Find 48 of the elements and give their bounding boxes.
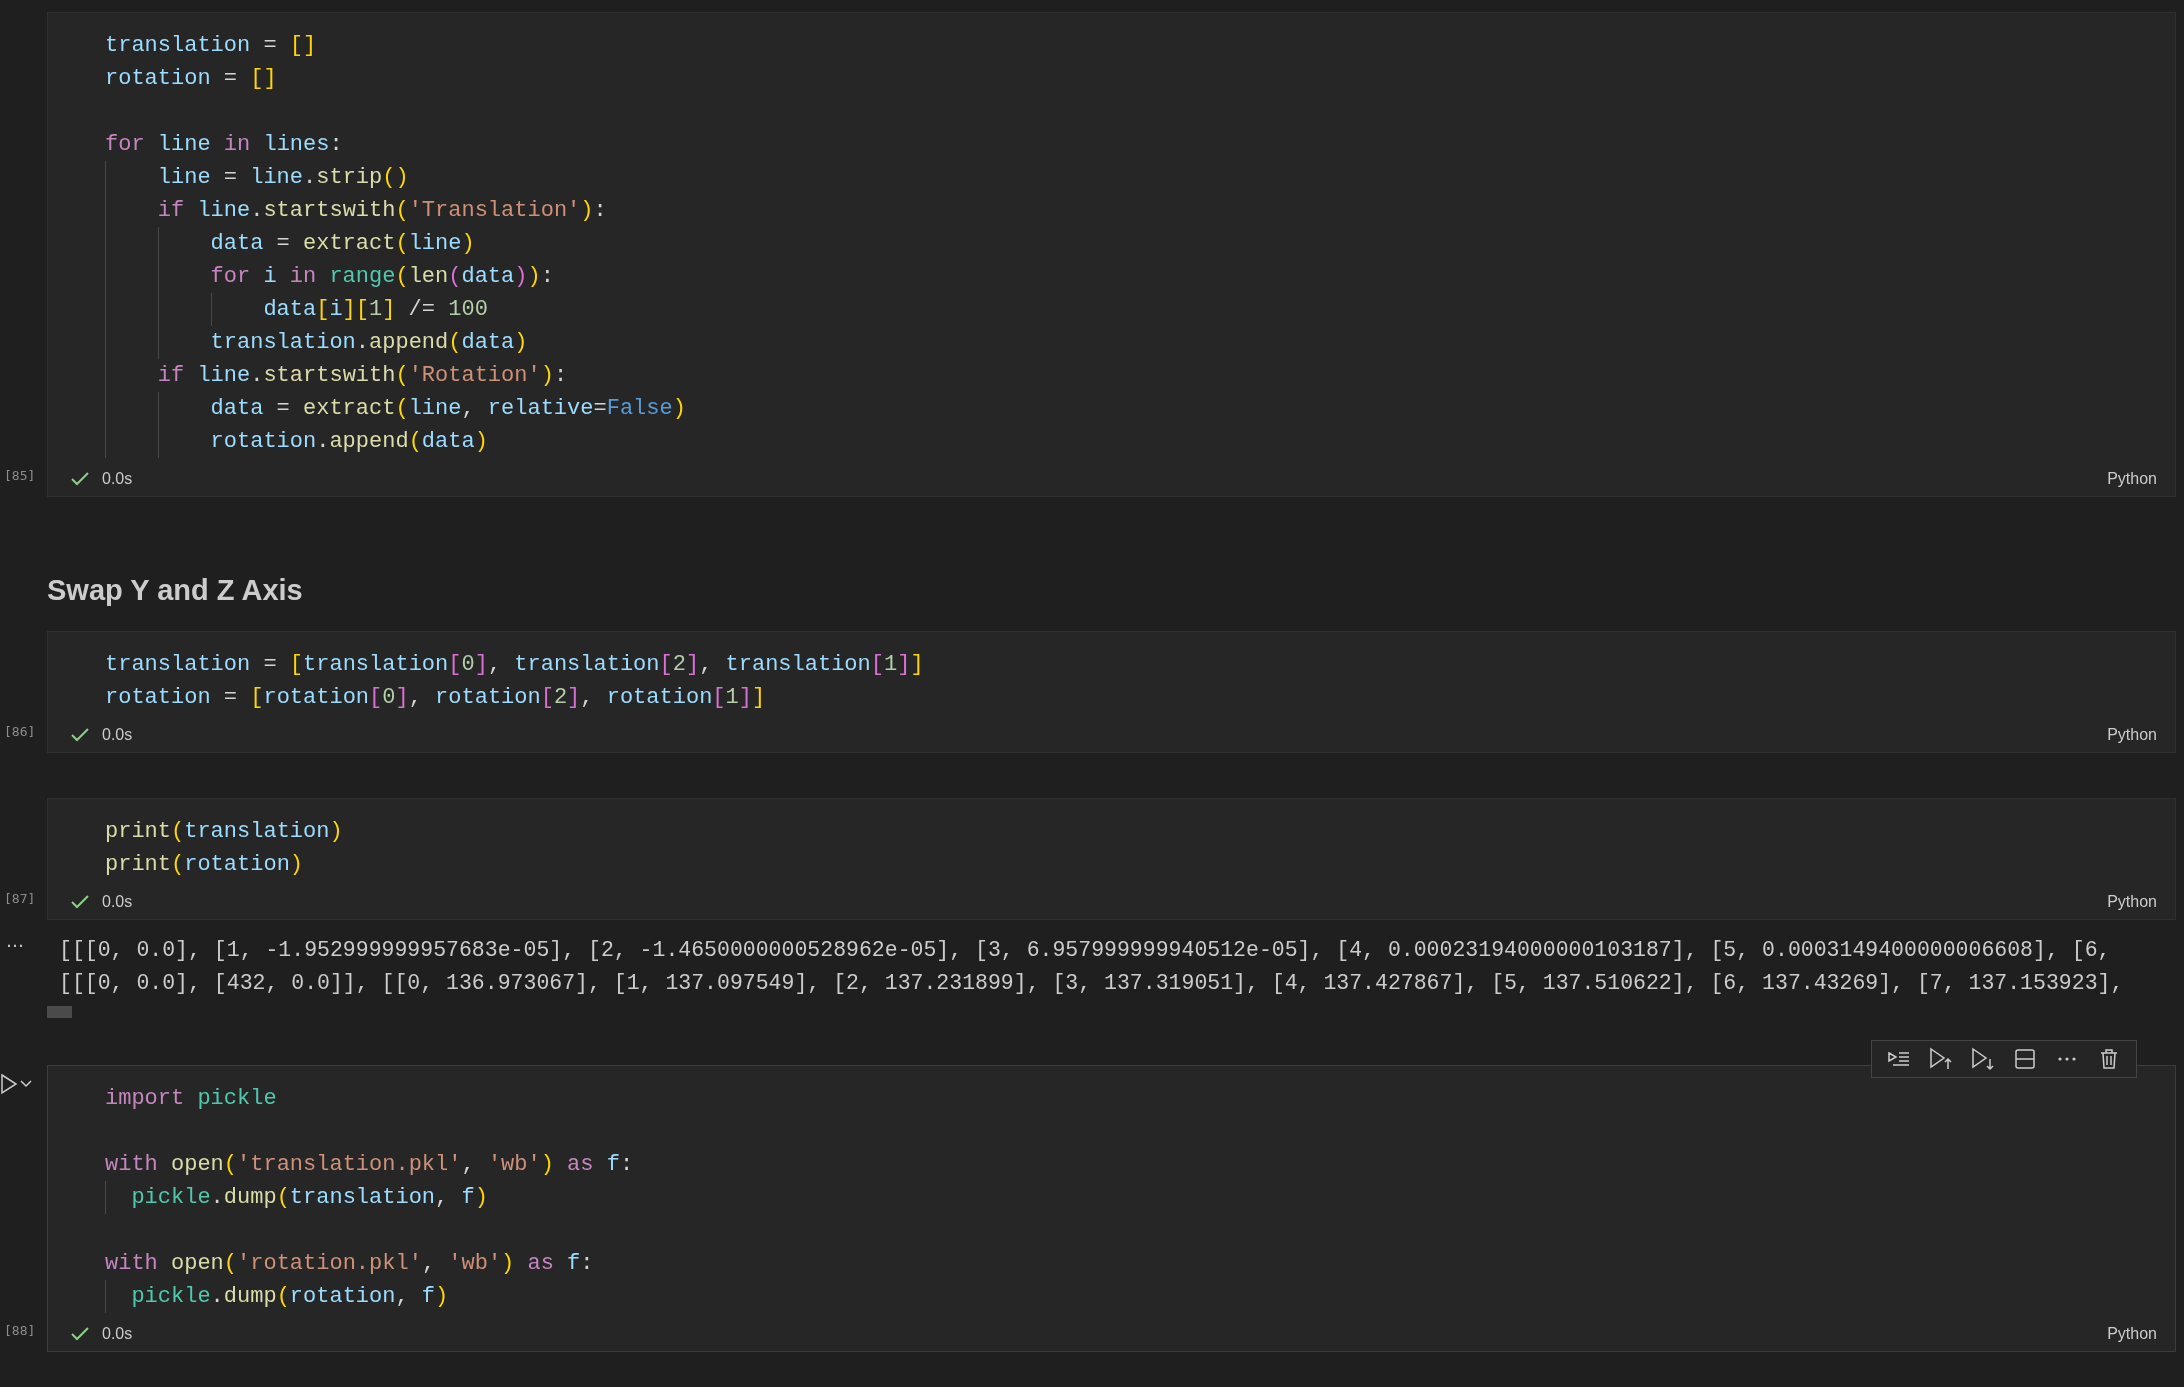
code-line: print(rotation) bbox=[105, 851, 305, 879]
code-line: for line in lines: bbox=[105, 131, 344, 159]
output-line: [[[0, 0.0], [432, 0.0]], [[0, 136.973067], [1, 137.097549], [2, 137.231899], [3, 137.319051], [4, 137.427867], [5, 137.510622], [6, 137.43269], [7, 137.153923], bbox=[59, 970, 2125, 997]
execution-time: 0.0s bbox=[102, 726, 134, 744]
code-line: data[i][1] /= 100 bbox=[105, 293, 2175, 326]
code-line: import pickle bbox=[105, 1085, 278, 1113]
code-line: with open('translation.pkl', 'wb') as f: bbox=[105, 1151, 635, 1179]
code-line: if line.startswith('Translation'): bbox=[105, 194, 2175, 227]
execution-time: 0.0s bbox=[102, 1325, 134, 1343]
play-up-icon bbox=[1928, 1047, 1954, 1071]
code-line: pickle.dump(rotation, f) bbox=[105, 1280, 2175, 1313]
code-line: translation.append(data) bbox=[105, 326, 2175, 359]
code-line: translation = [] bbox=[105, 32, 318, 60]
code-line: data = extract(line, relative=False) bbox=[105, 392, 2175, 425]
output-menu[interactable]: … bbox=[0, 920, 47, 951]
code-line: rotation = [rotation[0], rotation[2], rotation[1]] bbox=[105, 684, 767, 712]
code-line: if line.startswith('Rotation'): bbox=[105, 359, 2175, 392]
run-lines-icon bbox=[1887, 1049, 1911, 1069]
execution-count: [86] bbox=[3, 724, 36, 739]
trash-icon bbox=[2099, 1048, 2119, 1070]
code-line: line = line.strip() bbox=[105, 161, 2175, 194]
language-label[interactable]: Python bbox=[2107, 1325, 2157, 1343]
chevron-down-icon bbox=[20, 1080, 32, 1088]
code-line: data = extract(line) bbox=[105, 227, 2175, 260]
execution-count: [85] bbox=[3, 468, 36, 483]
code-line: rotation = [] bbox=[105, 65, 278, 93]
code-line: translation = [translation[0], translation[2], translation[1]] bbox=[105, 651, 925, 679]
output-line: [[[0, 0.0], [1, -1.952999999957683e-05], [2, -1.4650000000528962e-05], [3, 6.957999999940512e-05], [4, 0.00023194000000103187], [5, 0.0003149400000006608], [6, bbox=[59, 937, 2112, 964]
section-heading: Swap Y and Z Axis bbox=[47, 574, 303, 607]
execution-time: 0.0s bbox=[102, 470, 134, 488]
scrollbar-thumb[interactable] bbox=[47, 1006, 72, 1018]
code-line: for i in range(len(data)): bbox=[105, 260, 2175, 293]
language-label[interactable]: Python bbox=[2107, 726, 2157, 744]
more-icon bbox=[2057, 1056, 2077, 1062]
language-label[interactable]: Python bbox=[2107, 893, 2157, 911]
split-icon bbox=[2014, 1048, 2036, 1070]
play-icon bbox=[0, 1073, 18, 1095]
code-line: print(translation) bbox=[105, 818, 344, 846]
execution-count: [87] bbox=[3, 891, 36, 906]
run-options-button[interactable] bbox=[20, 1080, 32, 1088]
code-line: pickle.dump(translation, f) bbox=[105, 1181, 2175, 1214]
execution-time: 0.0s bbox=[102, 893, 134, 911]
execution-count: [88] bbox=[3, 1323, 36, 1338]
language-label[interactable]: Python bbox=[2107, 470, 2157, 488]
code-line: with open('rotation.pkl', 'wb') as f: bbox=[105, 1250, 595, 1278]
code-line: rotation.append(data) bbox=[105, 425, 2175, 458]
play-down-icon bbox=[1970, 1047, 1996, 1071]
run-cell-button[interactable] bbox=[0, 1073, 18, 1095]
